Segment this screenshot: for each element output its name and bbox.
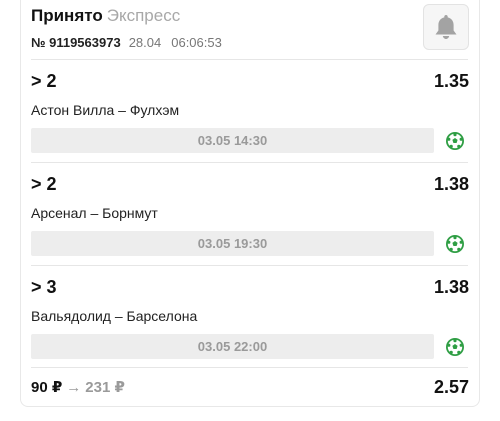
divider bbox=[31, 367, 468, 368]
event-odds: 1.35 bbox=[433, 71, 469, 91]
stake-amount: 90 ₽ bbox=[31, 379, 63, 396]
bell-icon bbox=[435, 15, 457, 39]
divider bbox=[31, 59, 468, 60]
bet-date: 28.04 bbox=[128, 35, 162, 50]
event-odds: 1.38 bbox=[433, 277, 469, 297]
football-icon bbox=[446, 132, 464, 150]
bet-time: 06:06:53 bbox=[171, 35, 222, 50]
notification-button[interactable] bbox=[423, 4, 469, 50]
bet-number: № 9119563973 bbox=[31, 35, 121, 50]
bet-type: Экспресс bbox=[106, 6, 181, 25]
event-start-time: 03.05 14:30 bbox=[31, 128, 434, 153]
divider bbox=[31, 162, 468, 163]
event-outcome: > 2 bbox=[31, 174, 57, 194]
football-icon bbox=[446, 235, 464, 253]
potential-payout: 231 ₽ bbox=[85, 379, 125, 396]
divider bbox=[31, 265, 468, 266]
event-match: Арсенал – Борнмут bbox=[31, 205, 158, 221]
football-icon bbox=[446, 338, 464, 356]
bet-summary: 90 ₽ → 231 ₽ 2.57 bbox=[31, 376, 469, 400]
event-item[interactable]: > 2 1.38 Арсенал – Борнмут 03.05 19:30 bbox=[31, 173, 469, 268]
bet-header: Принято Экспресс № 9119563973 28.04 06:06:5… bbox=[31, 6, 471, 51]
event-item[interactable]: > 3 1.38 Вальядолид – Барселона 03.05 22… bbox=[31, 276, 469, 371]
event-start-time: 03.05 19:30 bbox=[31, 231, 434, 256]
event-match: Вальядолид – Барселона bbox=[31, 308, 198, 324]
event-item[interactable]: > 2 1.35 Астон Вилла – Фулхэм 03.05 14:3… bbox=[31, 70, 469, 165]
event-start-time: 03.05 22:00 bbox=[31, 334, 434, 359]
bet-status: Принято bbox=[31, 6, 103, 25]
arrow-right-icon: → bbox=[66, 379, 82, 396]
event-outcome: > 3 bbox=[31, 277, 57, 297]
event-match: Астон Вилла – Фулхэм bbox=[31, 102, 180, 118]
event-odds: 1.38 bbox=[433, 174, 469, 194]
total-odds: 2.57 bbox=[433, 377, 469, 397]
event-outcome: > 2 bbox=[31, 71, 57, 91]
bet-meta: № 9119563973 28.04 06:06:53 bbox=[31, 35, 471, 51]
stake-line: 90 ₽ → 231 ₽ bbox=[31, 378, 125, 398]
status-line: Принято Экспресс bbox=[31, 6, 471, 26]
